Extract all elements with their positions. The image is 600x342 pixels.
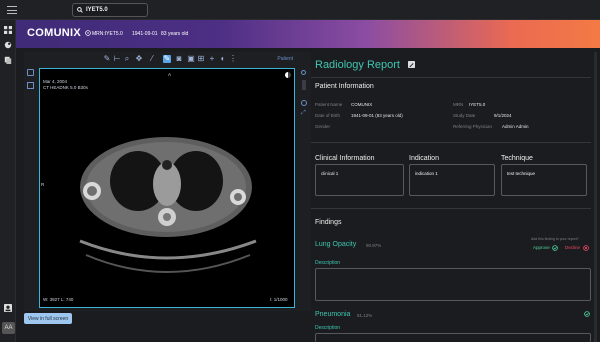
finding-name: Lung Opacity <box>315 241 357 248</box>
draw-tool-icon[interactable]: ✎ <box>163 55 171 63</box>
layers-icon[interactable] <box>4 41 12 49</box>
decline-button[interactable]: Decline <box>565 245 580 250</box>
divider <box>311 142 591 143</box>
header-age: 83 years old <box>161 31 189 37</box>
finding-confidence: 81.12% <box>357 313 373 318</box>
brush-icon[interactable]: ⁄ <box>148 55 156 63</box>
orientation-top: A <box>168 72 172 77</box>
image-scale: I: 1/1000 <box>270 297 288 302</box>
divider <box>311 208 591 209</box>
indication-value: indication 1 <box>415 171 438 176</box>
label-referring-physician: Referring Physician <box>453 124 493 129</box>
finding-confidence: 90.97% <box>366 243 382 248</box>
approve-button[interactable]: Approve <box>533 245 550 250</box>
finding-description-field[interactable] <box>315 268 591 301</box>
technique-field[interactable]: test technique <box>501 164 587 196</box>
crop-icon[interactable]: ⊢ <box>113 55 121 63</box>
patient-header: COMUNIX MRN:IYET5.0 1941-09-01 83 years … <box>16 20 600 48</box>
search-icon <box>77 7 83 13</box>
app-root: IYET5.0 AA COMUNIX MRN:IYET5.0 1941-09-0… <box>0 0 600 342</box>
left-sidebar: AA <box>0 20 16 342</box>
findings-title: Findings <box>315 219 342 226</box>
indication-field[interactable]: indication 1 <box>409 164 495 196</box>
hamburger-menu-icon[interactable] <box>6 4 18 16</box>
top-bar: IYET5.0 <box>0 0 600 20</box>
viewer-toolbar: ✎ ⊢ ⌕ ✥ ⁄ ✎ ◙ ▣ ⊞ + ◐ ⋮ Patient <box>24 52 311 66</box>
label-mrn: MRN <box>453 102 464 107</box>
ct-scan-image <box>79 137 257 273</box>
copy-icon[interactable] <box>27 82 34 89</box>
patient-info-title: Patient Information <box>315 83 374 90</box>
window-level: W: 3927 L: 740 <box>43 297 74 302</box>
header-dob: 1941-09-01 <box>132 31 158 37</box>
patient-name-title: COMUNIX <box>27 27 82 39</box>
id-badge-icon <box>85 30 91 36</box>
image-icon[interactable]: ▣ <box>187 55 195 63</box>
slice-scroll-handle[interactable] <box>302 80 306 90</box>
finding-description-field[interactable] <box>315 333 591 342</box>
description-label: Description <box>315 325 341 331</box>
add-finding-hint: Add this finding to your report? <box>531 237 579 241</box>
value-study-date: 9/1/2024 <box>494 113 512 118</box>
indication-title: Indication <box>409 155 439 162</box>
technique-title: Technique <box>501 155 533 162</box>
value-mrn: IYET5.0 <box>469 102 486 107</box>
value-dob: 1941-09-01 (83 years old) <box>351 113 403 118</box>
decline-x-icon[interactable] <box>583 245 589 251</box>
search-input[interactable]: IYET5.0 <box>72 3 148 17</box>
user-profile-icon[interactable] <box>4 304 12 312</box>
approved-check-icon[interactable] <box>584 311 590 317</box>
contrast-icon[interactable]: ◐ <box>219 55 227 63</box>
ct-series: CT HEADNK 5.0 B30s <box>43 85 88 90</box>
header-mrn: MRN:IYET5.0 <box>92 31 123 37</box>
viewer-side-tools: ⤢ <box>301 70 309 117</box>
patient-selector[interactable]: Patient <box>277 56 293 62</box>
measure-icon[interactable]: ✎ <box>103 55 111 63</box>
clinical-info-title: Clinical Information <box>315 155 375 162</box>
image-viewer: ✎ ⊢ ⌕ ✥ ⁄ ✎ ◙ ▣ ⊞ + ◐ ⋮ Patient Mar 4, 2… <box>24 52 311 311</box>
camera-icon[interactable]: ◙ <box>175 55 183 63</box>
expand-icon[interactable]: ⤢ <box>301 110 309 117</box>
finding-name: Pneumonia <box>315 311 351 318</box>
report-title: Radiology Report <box>315 59 400 71</box>
technique-value: test technique <box>507 171 536 176</box>
report-scrollbar[interactable] <box>594 52 597 342</box>
clinical-info-value: clinical 1 <box>321 171 339 176</box>
divider <box>311 77 591 78</box>
label-study-date: Study Date <box>453 113 476 118</box>
zoom-icon[interactable]: ⌕ <box>123 55 131 63</box>
label-dob: Date of Birth <box>315 113 341 118</box>
search-value: IYET5.0 <box>86 7 108 13</box>
dashboard-icon[interactable] <box>4 26 12 34</box>
orientation-left: R <box>41 182 45 187</box>
label-gender: Gender <box>315 124 331 129</box>
approve-check-icon[interactable] <box>552 245 558 251</box>
value-patient-name: COMUNIX <box>351 102 373 107</box>
reset-icon[interactable] <box>301 100 307 106</box>
invert-icon[interactable] <box>285 72 291 78</box>
description-label: Description <box>315 260 341 266</box>
files-icon[interactable] <box>4 56 12 64</box>
layout-icon[interactable]: ⊞ <box>197 55 205 63</box>
value-referring-physician: Admin Admin <box>502 124 529 129</box>
info-icon[interactable] <box>27 69 34 76</box>
pan-icon[interactable]: ✥ <box>135 55 143 63</box>
crosshair-icon[interactable]: + <box>208 55 216 63</box>
edit-icon[interactable] <box>408 61 415 68</box>
label-patient-name: Patient Name <box>315 102 343 107</box>
settings-icon[interactable] <box>301 70 306 75</box>
radiology-report-panel: Radiology Report Patient Information Pat… <box>311 52 600 342</box>
view-fullscreen-button[interactable]: View in full screen <box>24 313 72 324</box>
font-size-toggle[interactable]: AA <box>2 322 15 334</box>
ct-image-frame[interactable]: Mar 4, 2004 CT HEADNK 5.0 B30s A R W: 39… <box>39 68 295 308</box>
clinical-info-field[interactable]: clinical 1 <box>315 164 404 196</box>
more-tools-icon[interactable]: ⋮ <box>229 55 237 63</box>
